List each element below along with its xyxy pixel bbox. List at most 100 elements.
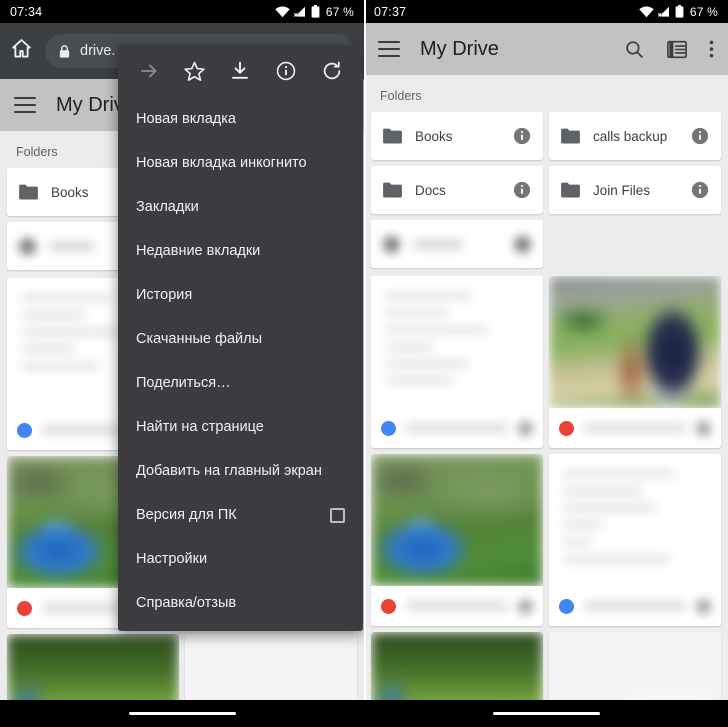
gesture-nav-pill[interactable] (128, 711, 236, 716)
google-docs-icon (381, 420, 396, 436)
more-vert-icon[interactable] (696, 598, 711, 614)
desktop-site-checkbox[interactable] (330, 507, 345, 523)
menu-item-label: Справка/отзыв (136, 595, 237, 611)
folder-name: calls backup (593, 128, 668, 144)
info-icon[interactable] (691, 127, 709, 145)
menu-item-label: Скачанные файлы (136, 331, 263, 347)
info-icon[interactable] (691, 181, 709, 199)
menu-item-find-in-page[interactable]: Найти на странице (118, 405, 363, 449)
menu-item-label: Поделиться… (136, 375, 231, 391)
menu-item-downloads[interactable]: Скачанные файлы (118, 317, 363, 361)
battery-percent-label: 67 % (689, 4, 718, 19)
file-thumbnail (549, 454, 721, 586)
wifi-icon (639, 5, 654, 17)
folder-icon (561, 182, 580, 198)
redacted-document-preview (371, 276, 543, 401)
redacted-file-name (405, 601, 509, 611)
menu-item-new-incognito-tab[interactable]: Новая вкладка инкогнито (118, 141, 363, 185)
right-status-bar: 07:37 67 % (364, 0, 728, 23)
redacted-file-name (405, 423, 509, 433)
file-card[interactable] (371, 454, 543, 626)
more-vert-icon[interactable] (518, 598, 533, 614)
folder-icon (383, 128, 402, 144)
menu-item-bookmarks[interactable]: Закладки (118, 185, 363, 229)
hamburger-menu-icon[interactable] (378, 41, 400, 57)
status-bar-clock: 07:37 (374, 4, 407, 19)
folder-card-calls-backup[interactable]: calls backup (549, 112, 721, 160)
more-vert-icon[interactable] (696, 420, 711, 436)
right-section-label-folders: Folders (380, 89, 422, 103)
right-nav-bar (364, 700, 728, 727)
folder-icon (19, 184, 38, 200)
menu-item-label: Настройки (136, 551, 208, 567)
info-icon[interactable] (513, 181, 531, 199)
star-icon[interactable] (179, 55, 211, 87)
menu-item-add-to-home-screen[interactable]: Добавить на главный экран (118, 449, 363, 493)
home-icon[interactable] (10, 37, 33, 65)
menu-item-new-tab[interactable]: Новая вкладка (118, 97, 363, 141)
folder-card-redacted[interactable] (371, 220, 543, 268)
redacted-folder-content (383, 235, 531, 253)
menu-item-recent-tabs[interactable]: Недавние вкладки (118, 229, 363, 273)
download-icon[interactable] (224, 55, 256, 87)
status-bar-clock: 07:34 (10, 4, 43, 19)
more-vert-icon[interactable] (709, 39, 714, 59)
forward-arrow-icon[interactable] (133, 55, 165, 87)
file-card-footer (549, 586, 721, 626)
pdf-icon (381, 598, 396, 614)
folder-card-books[interactable]: Books (371, 112, 543, 160)
address-bar-url: drive. (80, 43, 116, 59)
redacted-file-name (583, 423, 687, 433)
file-thumbnail (371, 276, 543, 408)
cellular-no-signal-icon (293, 6, 305, 17)
redacted-folder-name (49, 240, 95, 252)
more-vert-icon[interactable] (518, 420, 533, 436)
menu-item-history[interactable]: История (118, 273, 363, 317)
left-screenshot-panel: 07:34 67 % drive. My Drive Folders Books… (0, 0, 364, 727)
menu-item-label: Версия для ПК (136, 507, 237, 523)
cellular-no-signal-icon (657, 6, 669, 17)
file-card-footer (371, 408, 543, 448)
folder-icon (19, 237, 36, 255)
folder-card-join-files[interactable]: Join Files (549, 166, 721, 214)
folder-icon (383, 182, 402, 198)
menu-item-help-feedback[interactable]: Справка/отзыв (118, 581, 363, 625)
reload-icon[interactable] (316, 55, 348, 87)
menu-item-label: Новая вкладка инкогнито (136, 155, 307, 171)
file-card[interactable] (371, 276, 543, 448)
menu-item-label: Новая вкладка (136, 111, 236, 127)
lock-secure-icon (59, 44, 70, 58)
google-docs-icon (17, 422, 32, 438)
left-panel-body: drive. My Drive Folders Books Новая вкла… (0, 23, 364, 727)
folder-card-docs[interactable]: Docs (371, 166, 543, 214)
folder-name: Join Files (593, 182, 651, 198)
file-thumbnail (549, 276, 721, 408)
file-card[interactable] (549, 276, 721, 448)
chrome-overflow-menu[interactable]: Новая вкладка Новая вкладка инкогнито За… (118, 45, 363, 631)
menu-item-settings[interactable]: Настройки (118, 537, 363, 581)
status-bar-icons: 67 % (275, 5, 354, 19)
status-bar-icons: 67 % (639, 5, 718, 19)
folder-name: Books (415, 128, 453, 144)
menu-item-label: Добавить на главный экран (136, 463, 322, 479)
google-docs-icon (559, 598, 574, 614)
menu-item-desktop-site[interactable]: Версия для ПК (118, 493, 363, 537)
right-screenshot-panel: 07:37 67 % My Drive Folders Books calls … (364, 0, 728, 727)
file-card[interactable] (549, 454, 721, 626)
battery-icon (675, 5, 684, 18)
file-card-footer (549, 408, 721, 448)
left-nav-bar (0, 700, 364, 727)
wifi-icon (275, 5, 290, 17)
list-view-icon[interactable] (667, 40, 687, 59)
redacted-file-name (583, 601, 687, 611)
right-drive-app-bar: My Drive (364, 23, 728, 75)
hamburger-menu-icon[interactable] (14, 97, 36, 113)
info-icon[interactable] (270, 55, 302, 87)
info-icon[interactable] (513, 127, 531, 145)
right-drive-content: Folders Books calls backup Docs Join Fil… (364, 75, 728, 727)
battery-percent-label: 67 % (325, 4, 354, 19)
gesture-nav-pill[interactable] (492, 711, 600, 716)
redacted-folder-name (413, 238, 463, 250)
search-icon[interactable] (624, 39, 645, 60)
menu-item-share[interactable]: Поделиться… (118, 361, 363, 405)
